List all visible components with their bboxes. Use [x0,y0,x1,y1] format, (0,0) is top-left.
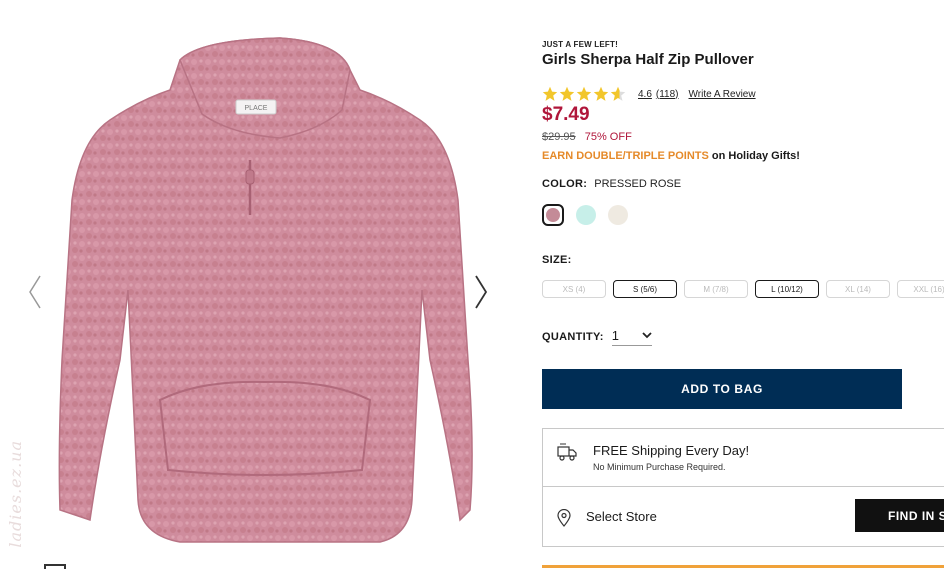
size-option-xxl[interactable]: XXL (16) [897,280,944,298]
truck-icon [557,443,577,461]
promo-rest: on Holiday Gifts! [708,150,800,162]
write-review-link[interactable]: Write A Review [689,89,756,100]
star-icon [542,86,558,101]
promo-message: EARN DOUBLE/TRIPLE POINTS on Holiday Gif… [542,150,800,162]
color-row: COLOR: PRESSED ROSE [542,178,681,190]
size-option-xl[interactable]: XL (14) [826,280,890,298]
swatch-cream[interactable] [608,205,628,225]
stock-badge: JUST A FEW LEFT! [542,40,618,49]
size-options: XS (4) S (5/6) M (7/8) L (10/12) XL (14)… [542,280,944,298]
size-option-s[interactable]: S (5/6) [613,280,677,298]
rating-row: 4.6 (118) Write A Review [542,86,756,102]
shipping-title: FREE Shipping Every Day! [593,443,750,458]
prev-image-arrow-icon[interactable] [24,272,46,312]
size-option-xs[interactable]: XS (4) [542,280,606,298]
add-to-bag-button[interactable]: ADD TO BAG [542,369,902,409]
watermark-text: ladies.ez.ua [6,440,25,548]
location-pin-icon [557,509,571,527]
image-label-text: PLACE [245,105,268,112]
quantity-label: QUANTITY: [542,331,604,343]
chevron-down-icon [642,332,652,339]
product-details: JUST A FEW LEFT! Girls Sherpa Half Zip P… [542,0,944,569]
original-price: $29.95 [542,131,576,143]
next-image-arrow-icon[interactable] [470,272,492,312]
rating-value-link[interactable]: 4.6 [638,89,652,100]
expand-icon[interactable] [44,564,66,569]
promo-highlight: EARN DOUBLE/TRIPLE POINTS [542,150,709,162]
swatch-pressed-rose[interactable] [542,204,564,226]
quantity-value: 1 [611,328,620,343]
quantity-select[interactable]: 1 [611,328,652,346]
store-row: Select Store FIND IN STORE [543,487,944,547]
original-price-row: $29.95 75% OFF [542,131,632,143]
product-image[interactable]: PLACE [50,30,480,560]
star-icon [559,86,575,101]
star-icon [576,86,592,101]
color-value: PRESSED ROSE [594,178,682,190]
product-title: Girls Sherpa Half Zip Pullover [542,51,754,68]
shipping-subtitle: No Minimum Purchase Required. [593,462,726,472]
find-in-store-button[interactable]: FIND IN STORE [855,499,944,532]
color-label: COLOR: [542,178,588,190]
divider [542,565,944,568]
size-label: SIZE: [542,254,572,266]
sale-price: $7.49 [542,104,590,125]
star-half-icon [610,86,626,101]
color-swatches [542,204,628,226]
quantity-row: QUANTITY: 1 [542,328,652,346]
shipping-row: FREE Shipping Every Day! No Minimum Purc… [543,429,944,487]
select-store-link[interactable]: Select Store [586,509,657,524]
swatch-mint[interactable] [576,205,596,225]
size-option-l[interactable]: L (10/12) [755,280,819,298]
discount-label: 75% OFF [584,131,632,143]
review-count-link[interactable]: (118) [656,89,679,100]
star-rating[interactable] [542,86,626,102]
star-icon [593,86,609,101]
product-gallery: PLACE ladies.ez.ua [0,0,520,569]
fulfillment-box: FREE Shipping Every Day! No Minimum Purc… [542,428,944,547]
size-option-m[interactable]: M (7/8) [684,280,748,298]
